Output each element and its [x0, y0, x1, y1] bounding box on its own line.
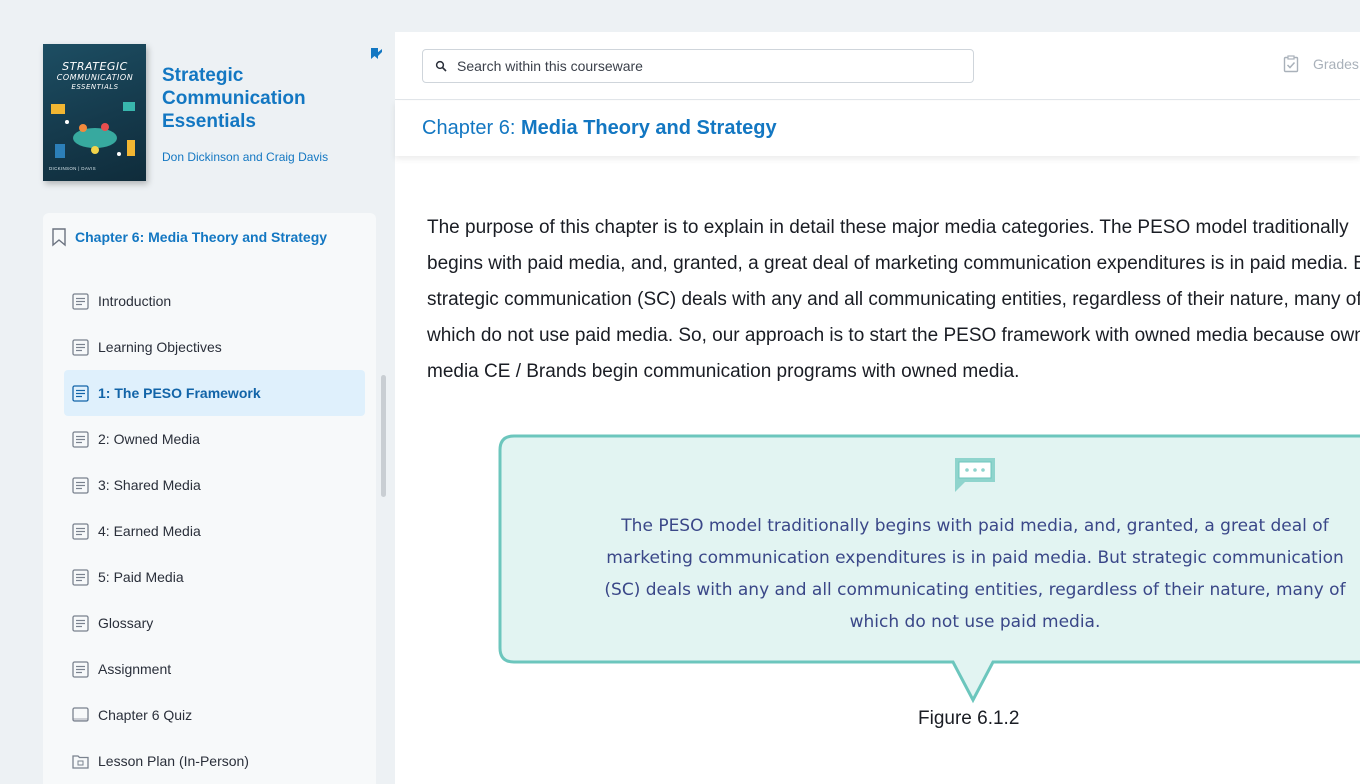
- book-title[interactable]: Strategic Communication Essentials: [162, 64, 362, 133]
- paragraph-line: begins with paid media, and, granted, a …: [427, 253, 1360, 274]
- sidebar: STRATEGIC COMMUNICATION ESSENTIALS DICKI…: [0, 0, 395, 784]
- document-icon: [72, 522, 89, 540]
- document-icon: [72, 568, 89, 586]
- document-icon: [72, 292, 89, 310]
- folder-icon: [72, 753, 89, 770]
- callout-line: The PESO model traditionally begins with…: [621, 516, 1329, 536]
- search-box[interactable]: [422, 49, 974, 83]
- sidebar-scrollbar[interactable]: [381, 375, 386, 497]
- toc-item[interactable]: 3: Shared Media: [64, 462, 365, 508]
- toc-item-label: Assignment: [98, 661, 172, 677]
- book-header: STRATEGIC COMMUNICATION ESSENTIALS DICKI…: [43, 44, 383, 184]
- toc-chapter-label: Chapter 6: Media Theory and Strategy: [75, 229, 328, 245]
- table-of-contents: Chapter 6: Media Theory and Strategy Int…: [43, 213, 376, 784]
- toc-item[interactable]: 1: The PESO Framework: [64, 370, 365, 416]
- book-authors: Don Dickinson and Craig Davis: [162, 150, 329, 164]
- toc-item-label: 1: The PESO Framework: [98, 385, 261, 401]
- document-icon: [72, 430, 89, 448]
- toc-item[interactable]: Introduction: [64, 278, 365, 324]
- toc-item-label: Introduction: [98, 293, 172, 309]
- cover-illustration: [51, 102, 135, 158]
- toc-item-label: Chapter 6 Quiz: [98, 707, 193, 723]
- chapter-title: Chapter 6: Media Theory and Strategy: [422, 117, 777, 140]
- bookmark-toggle-icon[interactable]: [369, 46, 383, 62]
- grades-label: Grades: [1313, 56, 1359, 72]
- document-icon: [72, 660, 89, 678]
- toc-item-label: 4: Earned Media: [98, 523, 201, 539]
- document-icon: [72, 614, 89, 632]
- main-content: Grades Chapter 6: Media Theory and Strat…: [395, 32, 1360, 784]
- document-icon: [72, 338, 89, 356]
- toc-item-label: Glossary: [98, 615, 154, 631]
- callout-line: which do not use paid media.: [849, 612, 1101, 632]
- chapter-intro-paragraph: The purpose of this chapter is to explai…: [427, 210, 1360, 390]
- toc-item-label: Lesson Plan (In-Person): [98, 753, 249, 769]
- toc-item-label: Learning Objectives: [98, 339, 222, 355]
- document-icon: [72, 384, 89, 402]
- bookmark-icon: [52, 228, 66, 247]
- callout-text: The PESO model traditionally begins with…: [558, 510, 1360, 638]
- cover-title-line2: COMMUNICATION: [56, 73, 134, 82]
- cover-title-line3: ESSENTIALS: [71, 83, 119, 91]
- chapter-header: Chapter 6: Media Theory and Strategy: [395, 101, 1360, 156]
- toc-item-label: 5: Paid Media: [98, 569, 184, 585]
- chat-bubble-icon: [955, 458, 995, 492]
- toc-item-label: 3: Shared Media: [98, 477, 201, 493]
- toc-item[interactable]: 4: Earned Media: [64, 508, 365, 554]
- cover-title-line1: STRATEGIC: [62, 60, 128, 73]
- clipboard-check-icon: [1283, 55, 1299, 73]
- paragraph-line: strategic communication (SC) deals with …: [427, 289, 1360, 310]
- paragraph-line: The purpose of this chapter is to explai…: [427, 217, 1349, 238]
- document-icon: [72, 476, 89, 494]
- paragraph-line: media CE / Brands begin communication pr…: [427, 361, 1020, 382]
- toc-item[interactable]: 2: Owned Media: [64, 416, 365, 462]
- topbar: Grades: [395, 32, 1360, 100]
- callout-line: marketing communication expenditures is …: [606, 548, 1344, 568]
- toc-item[interactable]: Learning Objectives: [64, 324, 365, 370]
- grades-button[interactable]: Grades: [1283, 55, 1359, 73]
- toc-list: Introduction Learning Objectives 1: The PE…: [64, 278, 365, 784]
- figure-caption: Figure 6.1.2: [918, 708, 1020, 729]
- pull-quote-callout: The PESO model traditionally begins with…: [498, 434, 1360, 704]
- search-icon: [435, 60, 447, 72]
- toc-item[interactable]: Chapter 6 Quiz: [64, 692, 365, 738]
- search-input[interactable]: [457, 58, 937, 74]
- toc-chapter-link[interactable]: Chapter 6: Media Theory and Strategy: [51, 227, 327, 247]
- cover-title: STRATEGIC COMMUNICATION ESSENTIALS: [49, 60, 141, 92]
- toc-item[interactable]: 5: Paid Media: [64, 554, 365, 600]
- chapter-title-prefix: Chapter 6:: [422, 117, 521, 139]
- toc-item[interactable]: Lesson Plan (In-Person): [64, 738, 365, 784]
- quiz-icon: [72, 706, 89, 724]
- callout-line: (SC) deals with any and all communicatin…: [604, 580, 1346, 600]
- paragraph-line: which do not use paid media. So, our app…: [427, 325, 1360, 346]
- toc-item[interactable]: Assignment: [64, 646, 365, 692]
- book-cover: STRATEGIC COMMUNICATION ESSENTIALS DICKI…: [43, 44, 146, 181]
- toc-item[interactable]: Glossary: [64, 600, 365, 646]
- toc-item-label: 2: Owned Media: [98, 431, 200, 447]
- cover-authors: DICKINSON | DAVIS: [49, 166, 96, 171]
- chapter-title-text: Media Theory and Strategy: [520, 117, 777, 139]
